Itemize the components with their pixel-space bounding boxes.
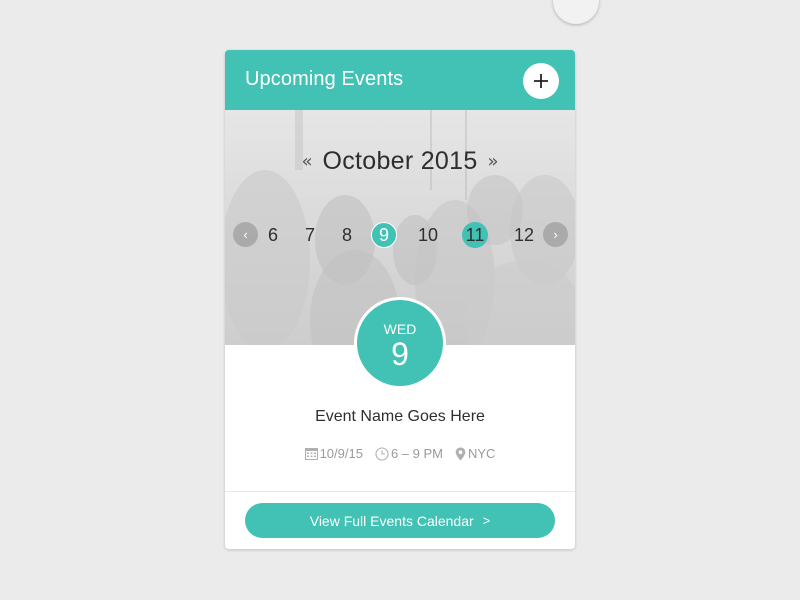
clock-icon xyxy=(375,446,389,461)
calendar-icon xyxy=(304,448,318,460)
chevron-right-icon: > xyxy=(482,513,491,528)
day-6[interactable]: 6 xyxy=(260,222,286,248)
upcoming-events-card: Upcoming Events « October 2015 » ‹ 6 7 8… xyxy=(225,50,575,549)
previous-month-button[interactable]: « xyxy=(291,151,322,172)
view-full-calendar-label: View Full Events Calendar xyxy=(309,512,474,529)
event-name: Event Name Goes Here xyxy=(315,408,485,425)
day-8[interactable]: 8 xyxy=(334,222,360,248)
event-location-text: NYC xyxy=(467,446,496,461)
badge-weekday: WED xyxy=(383,321,417,337)
next-days-button[interactable]: › xyxy=(543,222,568,247)
card-title: Upcoming Events xyxy=(245,68,404,90)
chevron-left-icon: ‹ xyxy=(243,227,248,242)
month-selector: « October 2015 » xyxy=(225,143,575,179)
plus-icon xyxy=(534,74,548,88)
day-9-selected[interactable]: 9 xyxy=(371,222,397,248)
event-date: 10/9/15 xyxy=(304,446,363,461)
day-10[interactable]: 10 xyxy=(415,222,441,248)
floating-circle-button[interactable] xyxy=(553,0,599,24)
add-event-button[interactable] xyxy=(523,63,559,99)
badge-day-number: 9 xyxy=(391,336,409,372)
month-label: October 2015 xyxy=(322,146,478,175)
event-time-text: 6 – 9 PM xyxy=(390,446,443,461)
view-full-calendar-button[interactable]: View Full Events Calendar > xyxy=(245,503,555,538)
card-header: Upcoming Events xyxy=(225,50,575,110)
event-location: NYC xyxy=(455,446,495,461)
day-7[interactable]: 7 xyxy=(297,222,323,248)
next-month-button[interactable]: » xyxy=(478,151,509,172)
event-date-text: 10/9/15 xyxy=(319,446,363,461)
day-strip: ‹ 6 7 8 9 10 11 12 › xyxy=(225,222,575,248)
event-meta: 10/9/15 6 – 9 PM NYC xyxy=(225,446,575,461)
divider xyxy=(225,491,575,492)
day-12[interactable]: 12 xyxy=(511,222,537,248)
previous-days-button[interactable]: ‹ xyxy=(233,222,258,247)
location-pin-icon xyxy=(455,447,466,460)
chevron-right-icon: › xyxy=(553,227,558,242)
selected-date-badge: WED 9 xyxy=(354,297,446,389)
day-11-has-event[interactable]: 11 xyxy=(462,222,488,248)
event-time: 6 – 9 PM xyxy=(375,446,443,461)
